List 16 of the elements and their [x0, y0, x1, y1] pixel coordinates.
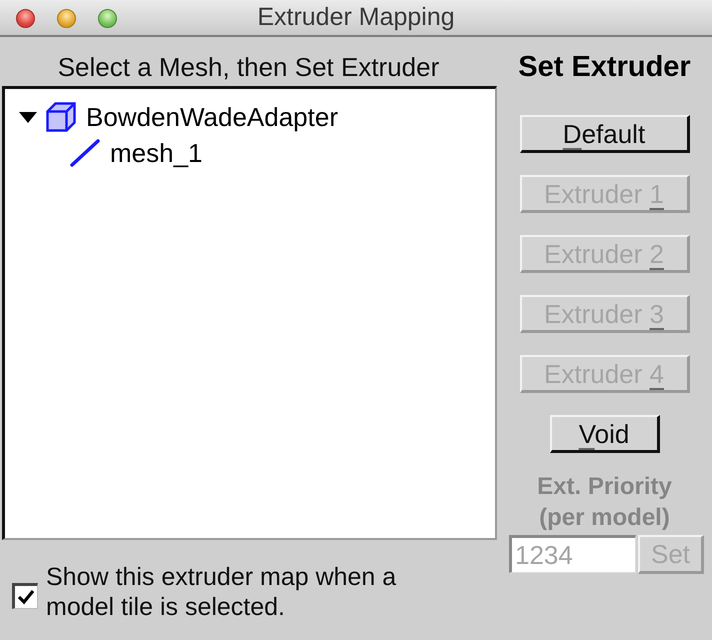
- checkbox[interactable]: [12, 583, 38, 609]
- tree-item-label[interactable]: mesh_1: [110, 140, 202, 166]
- tree-item-label[interactable]: BowdenWadeAdapter: [86, 104, 338, 130]
- line-icon: [70, 139, 100, 167]
- check-icon: [17, 589, 35, 605]
- close-button[interactable]: [16, 9, 35, 28]
- panel-heading: Select a Mesh, then Set Extruder: [58, 54, 440, 80]
- priority-label: Ext. Priority (per model): [536, 472, 673, 533]
- checkbox-label[interactable]: Show this extruder map when a model tile is selected.: [46, 562, 446, 622]
- extruder-option-button[interactable]: Void: [550, 415, 660, 453]
- zoom-button[interactable]: [98, 9, 117, 28]
- section-heading: Set Extruder: [518, 53, 691, 82]
- extruder-option-button[interactable]: Default: [520, 115, 690, 153]
- cube-icon: [46, 102, 76, 132]
- window-title: Extruder Mapping: [257, 5, 455, 30]
- minimize-button[interactable]: [57, 9, 76, 28]
